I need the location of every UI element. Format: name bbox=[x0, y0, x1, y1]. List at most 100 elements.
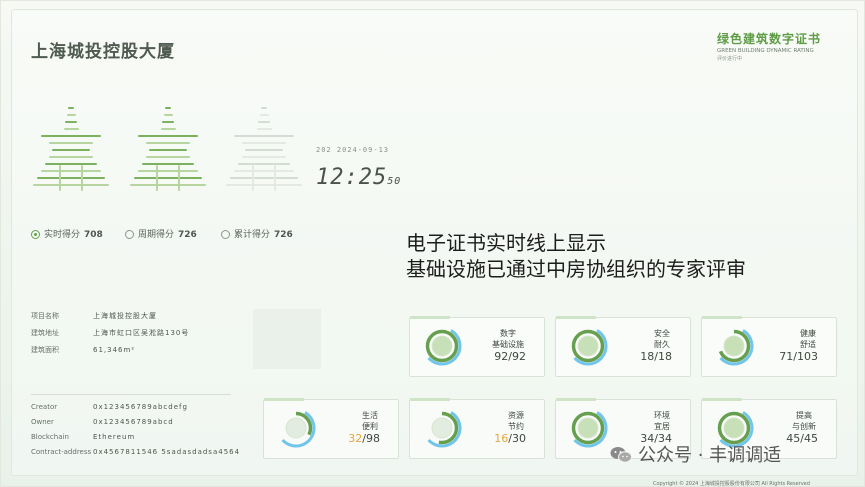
info-row: 项目名称 上海城投控股大厦 bbox=[31, 311, 157, 321]
category-name-1: 资源 bbox=[508, 411, 524, 420]
chain-key: Contract-address bbox=[31, 448, 92, 456]
card-accent bbox=[702, 398, 742, 401]
category-name-1: 环境 bbox=[654, 411, 670, 420]
info-value: 上海市虹口区吴淞路130号 bbox=[93, 329, 190, 337]
time-hhmm: 12:25 bbox=[316, 165, 388, 190]
chain-row: Contract-address 0x4567811546 5sadasdadsa… bbox=[31, 448, 240, 456]
category-score: 32/98 bbox=[348, 432, 380, 445]
category-label: 提高 与创新 bbox=[792, 410, 816, 432]
score-total: /92 bbox=[508, 350, 526, 363]
category-name-2: 与创新 bbox=[792, 422, 816, 431]
category-name-1: 健康 bbox=[800, 329, 816, 338]
radio-cumulative-score[interactable]: 累计得分 726 bbox=[221, 227, 293, 240]
category-name-2: 便利 bbox=[362, 422, 378, 431]
score-got: 32 bbox=[348, 432, 363, 445]
radio-label: 实时得分 bbox=[44, 230, 81, 240]
category-label: 数字 基础设施 bbox=[492, 328, 524, 350]
category-name-2: 基础设施 bbox=[492, 340, 524, 349]
chain-value: 0x123456789abcdefg bbox=[93, 403, 188, 411]
radio-value: 726 bbox=[178, 230, 197, 240]
progress-ring bbox=[422, 326, 462, 366]
card-accent bbox=[410, 316, 450, 319]
category-card[interactable]: 数字基础设施 92/92 bbox=[409, 316, 545, 377]
watermark: 公众号 · 丰调调适 bbox=[610, 441, 781, 467]
info-value: 61,346m² bbox=[93, 346, 136, 354]
category-name-1: 安全 bbox=[654, 329, 670, 338]
info-key: 建筑面积 bbox=[31, 346, 59, 354]
progress-ring bbox=[568, 326, 608, 366]
headline-line-1: 电子证书实时线上显示 bbox=[406, 231, 606, 255]
chain-row: Blockchain Ethereum bbox=[31, 433, 135, 441]
card-accent bbox=[556, 316, 596, 319]
radio-label: 累计得分 bbox=[234, 230, 271, 240]
info-key: 建筑地址 bbox=[31, 329, 59, 337]
wechat-icon bbox=[610, 447, 632, 463]
category-score: 18/18 bbox=[640, 350, 672, 363]
category-label: 安全 耐久 bbox=[654, 328, 670, 350]
chain-value: Ethereum bbox=[93, 433, 136, 441]
star-filled-icon bbox=[126, 107, 210, 193]
category-card[interactable]: 资源节约 16/30 bbox=[409, 398, 545, 459]
info-value: 上海城投控股大厦 bbox=[93, 312, 157, 320]
progress-ring bbox=[422, 408, 462, 448]
radio-realtime-score[interactable]: 实时得分 708 bbox=[31, 227, 103, 240]
card-accent bbox=[264, 398, 304, 401]
score-total: /18 bbox=[654, 350, 672, 363]
time-display: 12:2550 bbox=[316, 165, 401, 190]
radio-dot-icon bbox=[221, 230, 230, 239]
building-title: 上海城投控股大厦 bbox=[31, 42, 175, 62]
certificate-screen: 上海城投控股大厦 绿色建筑数字证书 GREEN BUILDING DYNAMIC… bbox=[0, 0, 865, 487]
category-name-2: 节约 bbox=[508, 422, 524, 431]
radio-value: 708 bbox=[84, 230, 103, 240]
category-label: 资源 节约 bbox=[508, 410, 524, 432]
certificate-title-cn: 绿色建筑数字证书 bbox=[717, 32, 822, 46]
category-card[interactable]: 生活便利 32/98 bbox=[263, 398, 399, 459]
category-label: 环境 宜居 bbox=[654, 410, 670, 432]
category-label: 生活 便利 bbox=[362, 410, 378, 432]
score-got: 18 bbox=[640, 350, 655, 363]
chain-row: Owner 0x123456789abcd bbox=[31, 418, 174, 426]
chain-key: Blockchain bbox=[31, 433, 69, 441]
category-name-2: 舒适 bbox=[800, 340, 816, 349]
progress-ring bbox=[568, 408, 608, 448]
category-card[interactable]: 安全 耐久 18/18 bbox=[555, 316, 691, 377]
faded-panel bbox=[253, 309, 321, 369]
card-accent bbox=[410, 398, 450, 401]
chain-key: Creator bbox=[31, 403, 58, 411]
time-seconds: 50 bbox=[387, 176, 402, 187]
score-got: 92 bbox=[494, 350, 509, 363]
progress-ring bbox=[714, 326, 754, 366]
divider bbox=[31, 394, 231, 395]
radio-period-score[interactable]: 周期得分 726 bbox=[125, 227, 197, 240]
category-name-1: 数字 bbox=[500, 329, 516, 338]
category-card[interactable]: 健康 舒适 71/103 bbox=[701, 316, 837, 377]
category-name-1: 生活 bbox=[362, 411, 378, 420]
score-total: /45 bbox=[800, 432, 818, 445]
watermark-text: 公众号 · 丰调调适 bbox=[638, 445, 782, 466]
card-accent bbox=[702, 316, 742, 319]
score-total: /98 bbox=[362, 432, 380, 445]
category-score: 71/103 bbox=[779, 350, 818, 363]
progress-ring bbox=[276, 408, 316, 448]
score-total: /30 bbox=[508, 432, 526, 445]
score-got: 45 bbox=[786, 432, 801, 445]
category-name-1: 提高 bbox=[796, 411, 812, 420]
category-name-2: 宜居 bbox=[654, 422, 670, 431]
radio-dot-icon bbox=[31, 230, 40, 239]
radio-value: 726 bbox=[274, 230, 293, 240]
certificate-header: 绿色建筑数字证书 GREEN BUILDING DYNAMIC RATING 评… bbox=[717, 30, 857, 62]
score-got: 71 bbox=[779, 350, 794, 363]
score-got: 16 bbox=[494, 432, 509, 445]
chain-key: Owner bbox=[31, 418, 54, 426]
chain-row: Creator 0x123456789abcdefg bbox=[31, 403, 188, 411]
chain-value: 0x4567811546 5sadasdadsa4564 bbox=[93, 448, 241, 456]
category-label: 健康 舒适 bbox=[800, 328, 816, 350]
chain-value: 0x123456789abcd bbox=[93, 418, 174, 426]
star-filled-icon bbox=[29, 107, 113, 193]
radio-dot-icon bbox=[125, 230, 134, 239]
category-score: 45/45 bbox=[786, 432, 818, 445]
info-row: 建筑面积 61,346m² bbox=[31, 345, 135, 355]
date-display: 202 2024-09-13 bbox=[316, 146, 390, 154]
score-total: /103 bbox=[793, 350, 818, 363]
star-empty-icon bbox=[222, 107, 306, 193]
